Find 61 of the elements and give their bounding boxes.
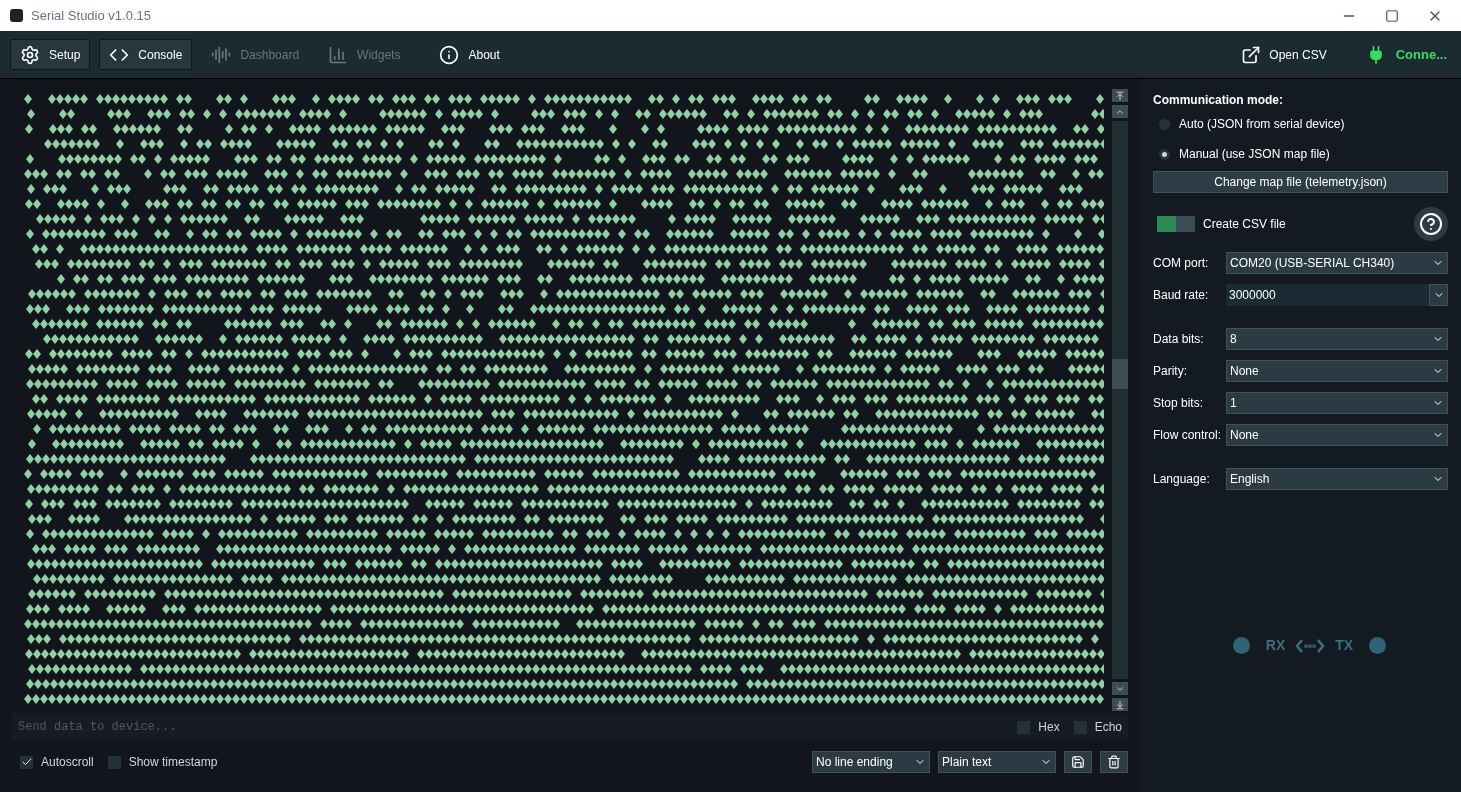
connect-button[interactable]: Conne... bbox=[1365, 44, 1447, 65]
app-icon bbox=[10, 9, 23, 22]
toolbar-tab[interactable]: About bbox=[429, 39, 510, 70]
external-link-icon bbox=[1241, 44, 1262, 65]
change-map-button[interactable]: Change map file (telemetry.json) bbox=[1153, 171, 1448, 193]
maximize-icon[interactable] bbox=[1385, 8, 1399, 23]
section-title: Communication mode: bbox=[1153, 92, 1284, 109]
select-dropdown[interactable]: English bbox=[1226, 468, 1448, 490]
trash-icon bbox=[1107, 755, 1121, 769]
field-label: Data bits: bbox=[1153, 331, 1205, 348]
field-label: COM port: bbox=[1153, 255, 1210, 272]
field-label: Baud rate: bbox=[1153, 287, 1210, 304]
radio-button[interactable] bbox=[1159, 148, 1170, 160]
waveform-icon bbox=[211, 44, 232, 65]
checkbox-label: Echo bbox=[1094, 719, 1122, 736]
scroll-top-icon[interactable] bbox=[1112, 89, 1128, 102]
select-dropdown[interactable]: None bbox=[1226, 360, 1448, 382]
checkbox-label: Show timestamp bbox=[128, 754, 218, 771]
field-label: Parity: bbox=[1153, 363, 1188, 380]
checkbox[interactable] bbox=[1073, 720, 1087, 734]
send-data-field[interactable]: Send data to device... bbox=[12, 713, 1018, 741]
select-dropdown[interactable]: COM20 (USB-SERIAL CH340) bbox=[1226, 252, 1448, 274]
checkbox-label: Hex bbox=[1038, 719, 1060, 736]
select-dropdown[interactable]: None bbox=[1226, 424, 1448, 446]
scroll-up-icon[interactable] bbox=[1112, 105, 1128, 118]
scroll-bar[interactable] bbox=[1112, 89, 1128, 711]
checkbox[interactable] bbox=[107, 755, 121, 769]
select-dropdown[interactable]: 8 bbox=[1226, 328, 1448, 350]
radio-button[interactable] bbox=[1159, 118, 1170, 130]
settings-icon bbox=[20, 44, 40, 65]
radio-option[interactable]: Manual (use JSON map file) bbox=[1153, 139, 1448, 169]
tx-indicator bbox=[1369, 637, 1387, 654]
field-label: Language: bbox=[1153, 471, 1211, 488]
rx-label: RX bbox=[1265, 636, 1286, 655]
checkbox[interactable] bbox=[1017, 720, 1031, 734]
save-icon bbox=[1071, 755, 1085, 769]
tx-label: TX bbox=[1335, 636, 1354, 655]
radio-option[interactable]: Auto (JSON from serial device) bbox=[1153, 109, 1448, 139]
scroll-bottom-icon[interactable] bbox=[1112, 698, 1128, 711]
save-button[interactable] bbox=[1064, 751, 1092, 773]
line-ending-dropdown[interactable]: No line ending bbox=[812, 751, 930, 773]
info-icon bbox=[439, 44, 460, 65]
window-title: Serial Studio v1.0.15 bbox=[31, 6, 151, 25]
display-mode-dropdown[interactable]: Plain text bbox=[938, 751, 1056, 773]
scroll-thumb[interactable] bbox=[1112, 359, 1128, 389]
checkbox[interactable] bbox=[20, 755, 33, 769]
field-label: Flow control: bbox=[1153, 427, 1223, 444]
toolbar-tab[interactable]: Console bbox=[99, 39, 193, 70]
toolbar-tab[interactable]: Setup bbox=[10, 39, 91, 70]
scroll-down-icon[interactable] bbox=[1112, 682, 1128, 695]
open-csv-button[interactable]: Open CSV bbox=[1241, 44, 1327, 65]
select-dropdown[interactable]: 1 bbox=[1226, 392, 1448, 414]
help-button[interactable] bbox=[1414, 207, 1448, 241]
data-transfer-icon bbox=[1295, 637, 1326, 654]
bar-chart-icon bbox=[328, 44, 349, 65]
toggle-label: Create CSV file bbox=[1203, 216, 1286, 233]
toggle-switch[interactable] bbox=[1157, 216, 1195, 232]
rx-indicator bbox=[1232, 637, 1250, 654]
clear-button[interactable] bbox=[1100, 751, 1128, 773]
field-label: Stop bits: bbox=[1153, 395, 1205, 412]
checkbox-label: Autoscroll bbox=[41, 754, 94, 771]
